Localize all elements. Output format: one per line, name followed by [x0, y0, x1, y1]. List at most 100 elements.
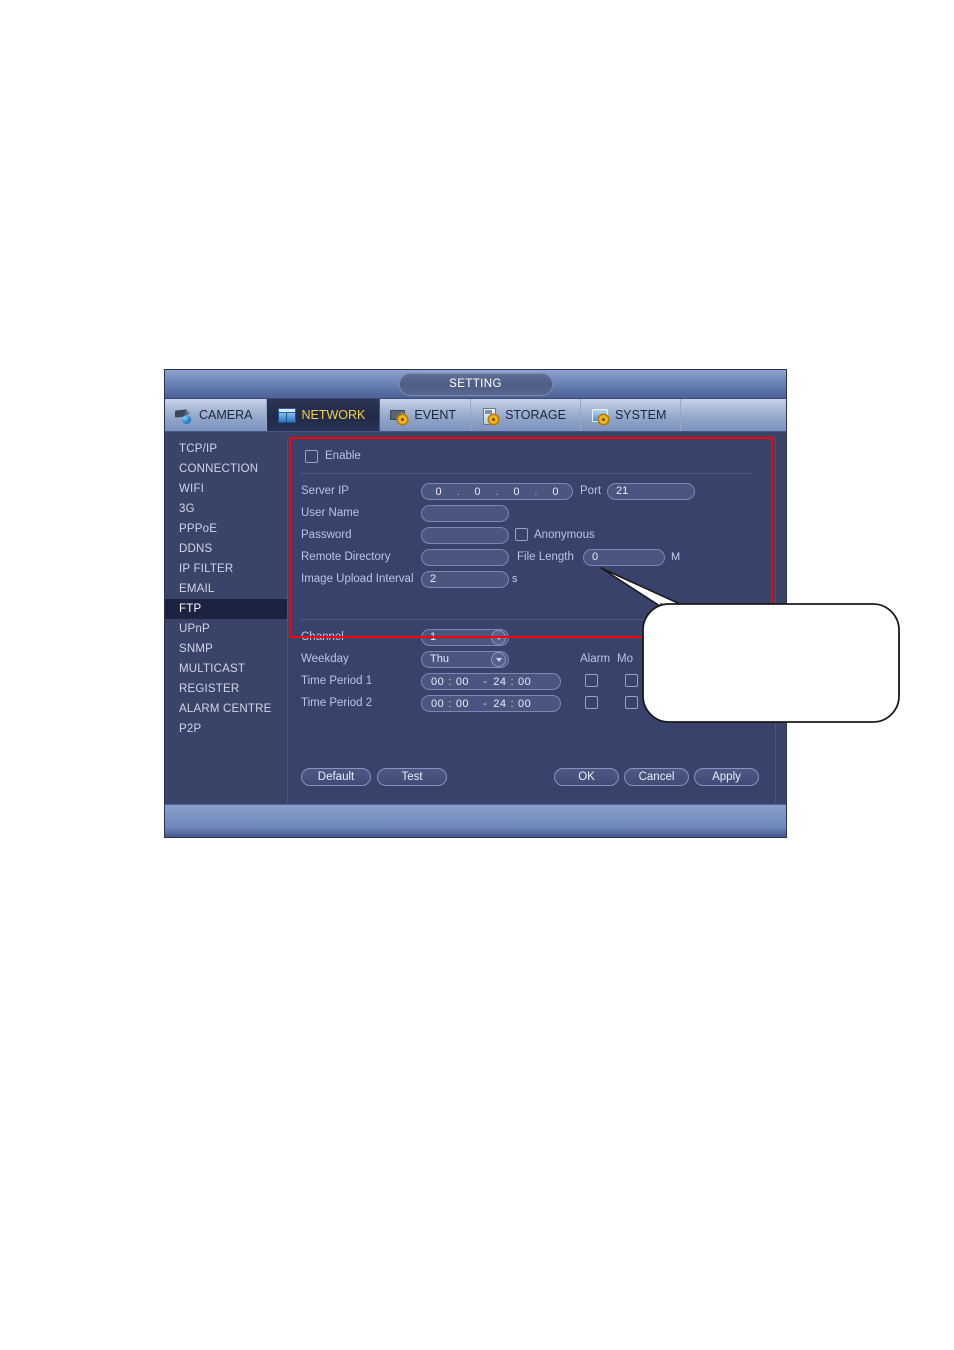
tp1-sep-2: : [510, 675, 515, 688]
file-length-unit: M [671, 551, 681, 563]
tp1-start-min: 00 [455, 675, 470, 688]
tab-event-label: EVENT [414, 408, 457, 422]
camera-icon [175, 407, 194, 424]
time-period-1-motion-checkbox[interactable] [625, 674, 638, 687]
setting-window: SETTING CAMERA NETWORK EVENT STORAGE SYS… [165, 370, 786, 837]
default-button[interactable]: Default [301, 768, 371, 786]
sidebar-item-ip-filter[interactable]: IP FILTER [165, 559, 287, 579]
tp1-end-hour: 24 [493, 675, 507, 688]
sidebar-item-email[interactable]: EMAIL [165, 579, 287, 599]
server-ip-octet-4: 0 [552, 485, 559, 498]
remote-directory-label: Remote Directory [301, 551, 391, 563]
network-sidebar: TCP/IP CONNECTION WIFI 3G PPPoE DDNS IP … [165, 432, 287, 807]
ok-button[interactable]: OK [554, 768, 619, 786]
anonymous-checkbox[interactable] [515, 528, 528, 541]
time-period-1-input[interactable]: 00 : 00 - 24 : 00 [421, 673, 561, 690]
file-length-input[interactable]: 0 [583, 549, 665, 566]
system-icon [591, 407, 610, 424]
weekday-value: Thu [430, 653, 449, 665]
window-titlebar: SETTING [165, 370, 786, 399]
weekday-label: Weekday [301, 653, 349, 665]
ip-dot-3: . [534, 485, 538, 498]
event-icon [390, 407, 409, 424]
test-button[interactable]: Test [377, 768, 447, 786]
sidebar-item-snmp[interactable]: SNMP [165, 639, 287, 659]
port-input[interactable]: 21 [607, 483, 695, 500]
enable-checkbox[interactable] [305, 450, 318, 463]
image-upload-interval-unit: s [512, 573, 518, 585]
time-period-1-label: Time Period 1 [301, 675, 373, 687]
anonymous-label: Anonymous [534, 529, 595, 541]
main-tabbar: CAMERA NETWORK EVENT STORAGE SYSTEM [165, 399, 786, 432]
tab-network-label: NETWORK [301, 408, 366, 422]
storage-icon [481, 407, 500, 425]
time-period-2-motion-checkbox[interactable] [625, 696, 638, 709]
divider-middle [301, 619, 753, 620]
network-icon [277, 407, 297, 424]
channel-dropdown[interactable]: 1 [421, 629, 509, 646]
sidebar-item-register[interactable]: REGISTER [165, 679, 287, 699]
tp2-end-hour: 24 [493, 697, 507, 710]
port-label: Port [580, 485, 602, 497]
tab-network[interactable]: NETWORK [267, 399, 381, 431]
cancel-button[interactable]: Cancel [624, 768, 689, 786]
window-title: SETTING [398, 373, 553, 396]
tab-event[interactable]: EVENT [380, 399, 472, 431]
channel-label: Channel [301, 631, 344, 643]
enable-label: Enable [325, 450, 361, 462]
column-header-alarm: Alarm [580, 653, 611, 665]
tab-camera-label: CAMERA [199, 408, 253, 422]
tp1-sep-1: : [448, 675, 452, 688]
server-ip-octet-1: 0 [435, 485, 442, 498]
server-ip-input[interactable]: 0 . 0 . 0 . 0 [421, 483, 573, 500]
divider-top [301, 473, 753, 474]
tp2-sep-2: : [510, 697, 515, 710]
tp1-start-hour: 00 [431, 675, 445, 688]
sidebar-item-upnp[interactable]: UPnP [165, 619, 287, 639]
chevron-down-icon [491, 630, 506, 645]
time-period-2-label: Time Period 2 [301, 697, 373, 709]
column-header-motion: Mo [617, 653, 633, 665]
server-ip-octet-3: 0 [513, 485, 520, 498]
sidebar-item-pppoe[interactable]: PPPoE [165, 519, 287, 539]
image-upload-interval-input[interactable]: 2 [421, 571, 509, 588]
tab-system[interactable]: SYSTEM [581, 399, 682, 431]
tab-system-label: SYSTEM [614, 408, 667, 422]
window-footer-bar [165, 804, 786, 837]
sidebar-item-ddns[interactable]: DDNS [165, 539, 287, 559]
ip-dot-2: . [495, 485, 499, 498]
sidebar-item-connection[interactable]: CONNECTION [165, 459, 287, 479]
sidebar-item-tcpip[interactable]: TCP/IP [165, 439, 287, 459]
sidebar-item-p2p[interactable]: P2P [165, 719, 287, 739]
apply-button[interactable]: Apply [694, 768, 759, 786]
time-period-2-alarm-checkbox[interactable] [585, 696, 598, 709]
tab-storage-label: STORAGE [505, 408, 566, 422]
tp2-sep-1: : [448, 697, 452, 710]
tp2-dash: - [483, 697, 488, 710]
sidebar-item-ftp[interactable]: FTP [165, 599, 287, 619]
remote-directory-input[interactable] [421, 549, 509, 566]
time-period-2-input[interactable]: 00 : 00 - 24 : 00 [421, 695, 561, 712]
channel-value: 1 [430, 631, 437, 643]
password-input[interactable] [421, 527, 509, 544]
sidebar-item-alarm-centre[interactable]: ALARM CENTRE [165, 699, 287, 719]
image-upload-interval-label: Image Upload Interval [301, 573, 414, 585]
window-body: TCP/IP CONNECTION WIFI 3G PPPoE DDNS IP … [165, 432, 786, 807]
tab-storage[interactable]: STORAGE [471, 399, 581, 431]
time-period-1-alarm-checkbox[interactable] [585, 674, 598, 687]
ftp-settings-panel: Enable Server IP 0 . 0 . 0 . 0 Port 21 U… [287, 437, 776, 807]
user-name-input[interactable] [421, 505, 509, 522]
weekday-dropdown[interactable]: Thu [421, 651, 509, 668]
server-ip-octet-2: 0 [474, 485, 481, 498]
tp1-end-min: 00 [518, 675, 532, 688]
sidebar-item-wifi[interactable]: WIFI [165, 479, 287, 499]
tp2-end-min: 00 [518, 697, 532, 710]
file-length-label: File Length [517, 551, 574, 563]
sidebar-item-3g[interactable]: 3G [165, 499, 287, 519]
user-name-label: User Name [301, 507, 360, 519]
tp2-start-hour: 00 [431, 697, 445, 710]
ftp-settings-inner: Enable Server IP 0 . 0 . 0 . 0 Port 21 U… [287, 437, 776, 807]
sidebar-item-multicast[interactable]: MULTICAST [165, 659, 287, 679]
tab-camera[interactable]: CAMERA [165, 399, 268, 431]
chevron-down-icon [491, 652, 506, 667]
